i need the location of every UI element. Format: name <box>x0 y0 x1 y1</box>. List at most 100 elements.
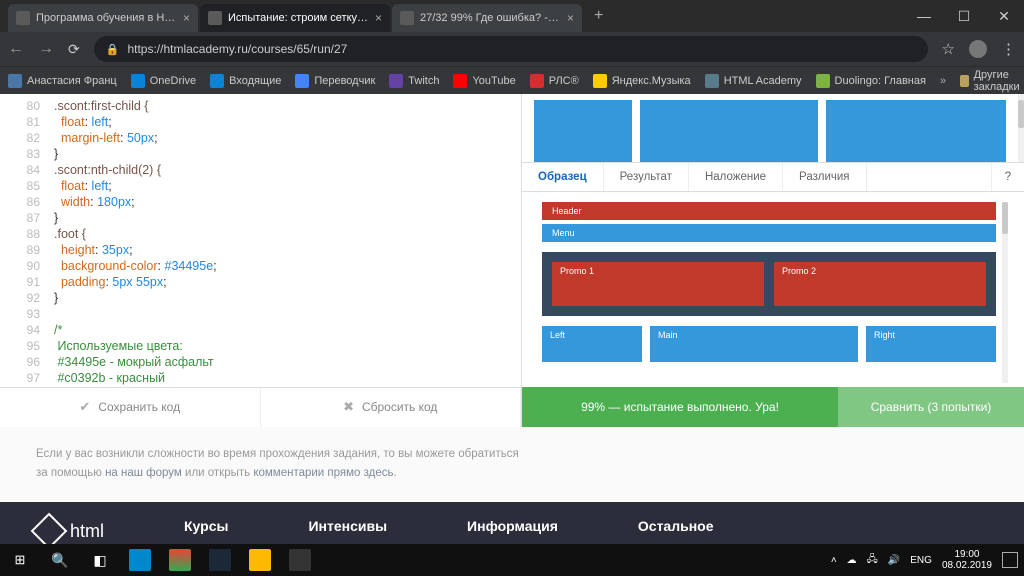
bookmark-item[interactable]: YouTube <box>453 74 515 88</box>
scrollbar[interactable] <box>1018 94 1024 162</box>
bookmark-item[interactable]: Яндекс.Музыка <box>593 74 691 88</box>
code-editor[interactable]: 80.scont:first-child { 81 float: left; 8… <box>0 94 521 387</box>
steam-icon <box>209 549 231 571</box>
bookmark-item[interactable]: РЛС® <box>530 74 579 88</box>
bookmark-icon <box>131 74 145 88</box>
lock-icon: 🔒 <box>106 43 120 56</box>
close-icon[interactable]: × <box>567 11 574 25</box>
maximize-button[interactable]: ☐ <box>944 0 984 32</box>
minimize-button[interactable]: — <box>904 0 944 32</box>
taskbar-app[interactable] <box>160 544 200 576</box>
chrome-icon <box>169 549 191 571</box>
language-indicator[interactable]: ENG <box>910 555 932 566</box>
preview-block <box>534 100 632 162</box>
reset-button[interactable]: ✖Сбросить код <box>261 388 522 427</box>
bookmark-icon <box>210 74 224 88</box>
comments-link[interactable]: комментарии прямо здесь <box>253 467 393 479</box>
back-button[interactable]: ← <box>8 40 24 58</box>
tab-result[interactable]: Результат <box>604 163 689 191</box>
new-tab-button[interactable]: + <box>584 7 613 25</box>
scrollbar-thumb[interactable] <box>1002 202 1008 234</box>
bookmark-item[interactable]: Twitch <box>389 74 439 88</box>
taskbar-app[interactable] <box>240 544 280 576</box>
profile-icon[interactable] <box>969 40 987 58</box>
tab-diff[interactable]: Различия <box>783 163 866 191</box>
bookmark-icon <box>453 74 467 88</box>
close-button[interactable]: ✕ <box>984 0 1024 32</box>
notifications-icon[interactable] <box>1002 552 1018 568</box>
scrollbar-thumb[interactable] <box>1018 100 1024 128</box>
bookmark-icon <box>295 74 309 88</box>
star-icon[interactable]: ☆ <box>942 40 955 58</box>
tab-sample[interactable]: Образец <box>522 163 604 191</box>
onedrive-icon[interactable]: ☁ <box>847 555 857 566</box>
address-bar: ← → ⟳ 🔒 https://htmlacademy.ru/courses/6… <box>0 32 1024 66</box>
system-tray: ˄ ☁ 🖧 🔊 ENG 19:00 08.02.2019 <box>831 549 1024 572</box>
scrollbar[interactable] <box>1002 202 1008 383</box>
forward-button[interactable]: → <box>38 40 54 58</box>
taskbar-app[interactable] <box>280 544 320 576</box>
calculator-icon <box>289 549 311 571</box>
sample-columns: Left Main Right <box>542 326 996 362</box>
tab-overlay[interactable]: Наложение <box>689 163 783 191</box>
status-line: 99% — испытание выполнено. Ура! Сравнить… <box>522 387 1024 427</box>
bookmark-item[interactable]: Duolingo: Главная <box>816 74 926 88</box>
view-tabs: Образец Результат Наложение Различия ? <box>522 162 1024 192</box>
bookmark-item[interactable]: HTML Academy <box>705 74 802 88</box>
taskbar-app[interactable] <box>120 544 160 576</box>
tab-help[interactable]: ? <box>991 163 1024 191</box>
clock[interactable]: 19:00 08.02.2019 <box>942 549 992 572</box>
folder-icon <box>960 75 969 87</box>
forum-link[interactable]: на наш форум <box>105 467 182 479</box>
task-view-button[interactable]: ◧ <box>80 544 120 576</box>
footer-col-info[interactable]: Информация <box>467 518 558 544</box>
browser-tab[interactable]: Программа обучения в HTML А × <box>8 4 198 32</box>
code-actions: ✔Сохранить код ✖Сбросить код <box>0 387 521 427</box>
browser-tab[interactable]: 27/32 99% Где ошибка? - Курсы × <box>392 4 582 32</box>
sample-menu: Menu <box>542 224 996 242</box>
sample-promo2: Promo 2 <box>774 262 986 306</box>
favicon-icon <box>16 11 30 25</box>
tray-chevron-icon[interactable]: ˄ <box>831 555 837 566</box>
page-content: 80.scont:first-child { 81 float: left; 8… <box>0 94 1024 544</box>
footer-col-intensives[interactable]: Интенсивы <box>308 518 387 544</box>
compare-button[interactable]: Сравнить (3 попытки) <box>838 387 1024 427</box>
browser-tab-active[interactable]: Испытание: строим сетку — Се × <box>200 4 390 32</box>
footer-logo[interactable]: html <box>36 518 104 544</box>
bookmark-item[interactable]: OneDrive <box>131 74 196 88</box>
telegram-icon <box>129 549 151 571</box>
network-icon[interactable]: 🖧 <box>867 552 878 569</box>
result-preview-top <box>522 94 1018 162</box>
bookmark-icon <box>389 74 403 88</box>
taskbar: ⊞ 🔍 ◧ ˄ ☁ 🖧 🔊 ENG 19:00 08.02.2019 <box>0 544 1024 576</box>
window-controls: — ☐ ✕ <box>904 0 1024 32</box>
sample-header: Header <box>542 202 996 220</box>
footer-col-courses[interactable]: Курсы <box>184 518 228 544</box>
bookmarks-bar: Анастасия Франц OneDrive Входящие Перево… <box>0 66 1024 94</box>
url-input[interactable]: 🔒 https://htmlacademy.ru/courses/65/run/… <box>94 36 928 62</box>
preview-panel: Образец Результат Наложение Различия ? H… <box>522 94 1024 427</box>
close-icon[interactable]: × <box>375 11 382 25</box>
bookmark-item[interactable]: Анастасия Франц <box>8 74 117 88</box>
search-button[interactable]: 🔍 <box>40 544 80 576</box>
preview-block <box>640 100 818 162</box>
save-button[interactable]: ✔Сохранить код <box>0 388 261 427</box>
bookmark-icon <box>8 74 22 88</box>
bookmarks-overflow-icon[interactable]: » <box>940 75 946 87</box>
status-message: 99% — испытание выполнено. Ура! <box>522 387 838 427</box>
footer-col-other[interactable]: Остальное <box>638 518 714 544</box>
bookmark-item[interactable]: Переводчик <box>295 74 375 88</box>
code-panel: 80.scont:first-child { 81 float: left; 8… <box>0 94 522 427</box>
reload-button[interactable]: ⟳ <box>68 41 80 58</box>
bookmark-item[interactable]: Входящие <box>210 74 281 88</box>
taskbar-app[interactable] <box>200 544 240 576</box>
bookmark-icon <box>593 74 607 88</box>
tab-title: 27/32 99% Где ошибка? - Курсы <box>420 12 561 24</box>
bookmark-icon <box>705 74 719 88</box>
favicon-icon <box>400 11 414 25</box>
volume-icon[interactable]: 🔊 <box>888 555 900 566</box>
close-icon[interactable]: × <box>183 11 190 25</box>
other-bookmarks[interactable]: Другие закладки <box>960 69 1024 93</box>
start-button[interactable]: ⊞ <box>0 544 40 576</box>
menu-icon[interactable]: ⋮ <box>1001 40 1016 58</box>
